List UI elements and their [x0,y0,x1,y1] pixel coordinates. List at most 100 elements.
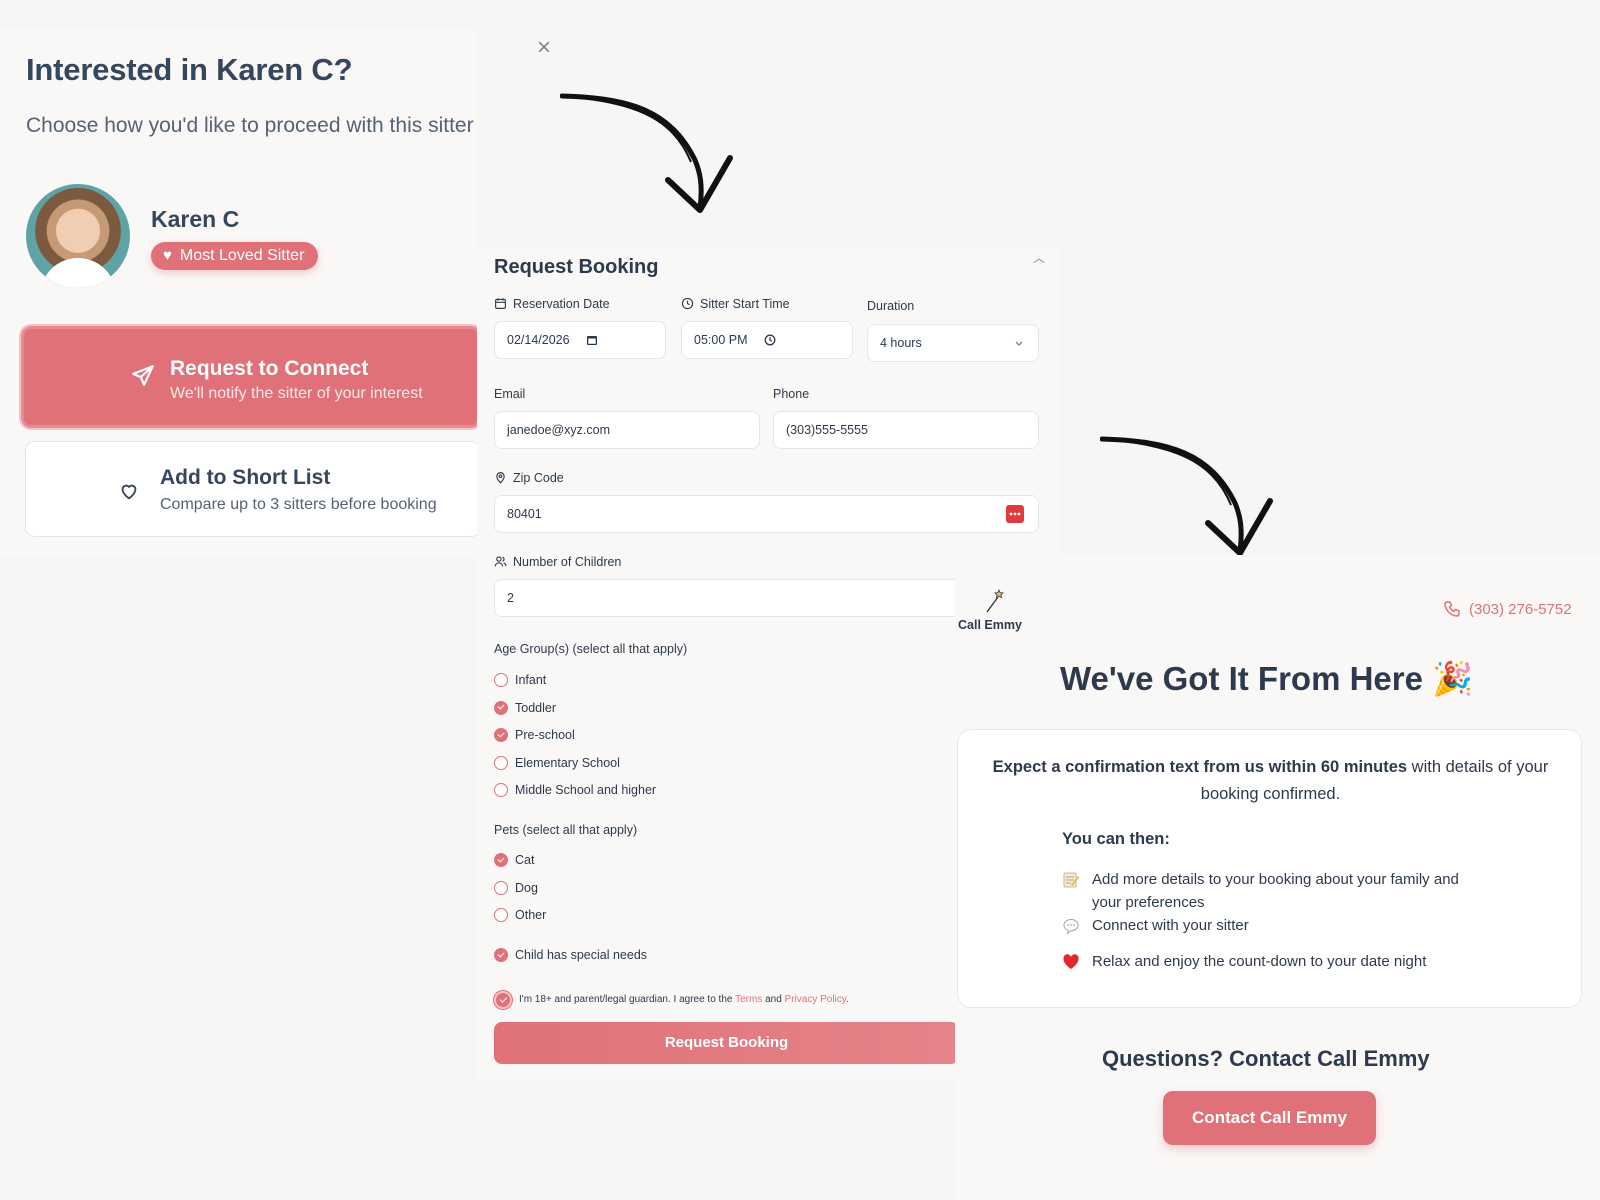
calendar-icon [495,298,506,309]
duration-select[interactable]: 4 hours [867,324,1039,362]
list-item-text: Add more details to your booking about y… [1092,871,1459,911]
terms-prefix: I'm 18+ and parent/legal guardian. I agr… [519,994,733,1005]
phone-number: (303) 276-5752 [1469,601,1572,618]
autofill-icon[interactable] [1006,505,1024,523]
magic-wand-icon [986,589,1004,613]
lead-bold: Expect a confirmation text from us withi… [992,758,1408,776]
checkbox-checked-icon [494,991,512,1009]
terms-text: I'm 18+ and parent/legal guardian. I agr… [519,992,849,1008]
location-pin-icon [496,472,505,484]
age-group-option-label: Pre-school [515,728,575,742]
time-value: 05:00 PM [694,333,748,347]
phone-label: Phone [773,387,810,401]
checkbox-checked-icon [494,853,508,867]
checkbox-checked-icon [494,948,508,962]
checkbox-unchecked-icon [494,783,508,797]
avatar [26,184,130,288]
clock-icon [681,297,694,310]
request-booking-button[interactable]: Request Booking [494,1022,959,1064]
checkbox-checked-icon [494,700,508,715]
zip-value: 80401 [507,507,542,521]
email-value: janedoe@xyz.com [507,423,611,437]
shortlist-title: Add to Short List [160,466,331,489]
request-to-connect-button[interactable]: Request to Connect We'll notify the sitt… [19,324,483,430]
connect-title: Request to Connect [170,357,369,380]
status-badge: ♥ Most Loved Sitter [151,242,319,270]
badge-label: Most Loved Sitter [179,247,305,264]
clock-icon [764,334,775,346]
phone-value: (303)555-5555 [786,423,869,437]
zip-label: Zip Code [494,471,564,485]
pets-label: Pets (select all that apply) [494,823,638,837]
modal-subtitle: Choose how you'd like to proceed with th… [26,114,474,137]
children-label: Number of Children [494,555,621,569]
list-item: Relax and enjoy the count-down to your d… [1062,950,1482,973]
time-label: Sitter Start Time [681,297,790,311]
date-value: 02/14/2026 [507,333,570,347]
users-icon [494,556,507,567]
booking-title: Request Booking [494,256,659,278]
questions-heading: Questions? Contact Call Emmy [1102,1046,1430,1071]
pet-option-label: Dog [515,880,538,895]
pet-option-label: Cat [515,853,535,867]
age-group-option-label: Elementary School [515,755,620,770]
duration-label: Duration [867,299,915,313]
terms-suffix: . [846,994,849,1005]
checkbox-unchecked-icon [494,673,508,687]
children-value: 2 [507,591,514,605]
terms-link[interactable]: Terms [735,994,762,1005]
heart-outline-icon [121,484,137,500]
arrow-icon [560,93,733,213]
calendar-icon [586,336,597,345]
modal-title: Interested in Karen C? [26,52,353,87]
sitter-name: Karen C [151,206,240,232]
chevron-up-icon[interactable]: ︿ [1033,249,1045,266]
confirmation-lead: Expect a confirmation text from us withi… [988,754,1553,808]
reservation-date-input[interactable]: 02/14/2026 [494,321,666,359]
add-to-short-list-button[interactable]: Add to Short List Compare up to 3 sitter… [25,441,481,537]
confirmation-card: Expect a confirmation text from us withi… [957,729,1582,1008]
shortlist-subtitle: Compare up to 3 sitters before booking [160,496,437,513]
email-field[interactable]: janedoe@xyz.com [494,411,760,449]
time-label-text: Sitter Start Time [700,297,790,311]
speech-bubble-icon [1063,918,1079,935]
list-item-text: Relax and enjoy the count-down to your d… [1092,953,1427,970]
phone-field[interactable]: (303)555-5555 [773,411,1039,449]
close-icon[interactable]: × [534,36,554,60]
pet-option-label: Other [515,908,547,922]
arrow-icon [1100,436,1273,556]
age-group-option-label: Toddler [515,700,556,715]
date-label-text: Reservation Date [513,297,610,311]
heart-icon [1063,954,1079,969]
you-can-then-heading: You can then: [1062,830,1170,848]
checkbox-unchecked-icon [494,908,508,922]
duration-value: 4 hours [880,336,922,350]
list-item: Connect with your sitter [1062,914,1482,937]
age-group-label: Age Group(s) (select all that apply) [494,642,688,656]
connect-subtitle: We'll notify the sitter of your interest [170,385,423,402]
start-time-input[interactable]: 05:00 PM [681,321,853,359]
zip-code-field[interactable]: 80401 [494,495,1039,533]
chevron-down-icon [1015,341,1023,346]
memo-icon [1063,872,1080,888]
send-icon [132,365,154,386]
confirmation-title: We've Got It From Here 🎉 [1060,660,1474,697]
list-item: Add more details to your booking about y… [1062,868,1482,914]
heart-icon: ♥ [163,247,172,264]
age-group-option-label: Middle School and higher [515,783,657,797]
checkbox-unchecked-icon [494,880,508,895]
terms-and: and [765,994,782,1005]
age-group-option-label: Infant [515,673,547,687]
special-needs-label: Child has special needs [515,948,648,962]
list-item-text: Connect with your sitter [1092,917,1249,934]
brand-logo[interactable]: Call Emmy [958,584,1028,644]
contact-call-emmy-button[interactable]: Contact Call Emmy [1163,1091,1376,1145]
email-label: Email [494,387,526,401]
children-label-text: Number of Children [513,555,622,569]
phone-icon [1444,601,1460,617]
phone-link[interactable]: (303) 276-5752 [1443,600,1572,618]
brand-name: Call Emmy [958,618,1022,632]
privacy-policy-link[interactable]: Privacy Policy [785,994,847,1005]
checkbox-checked-icon [494,728,508,742]
date-label: Reservation Date [494,297,610,311]
